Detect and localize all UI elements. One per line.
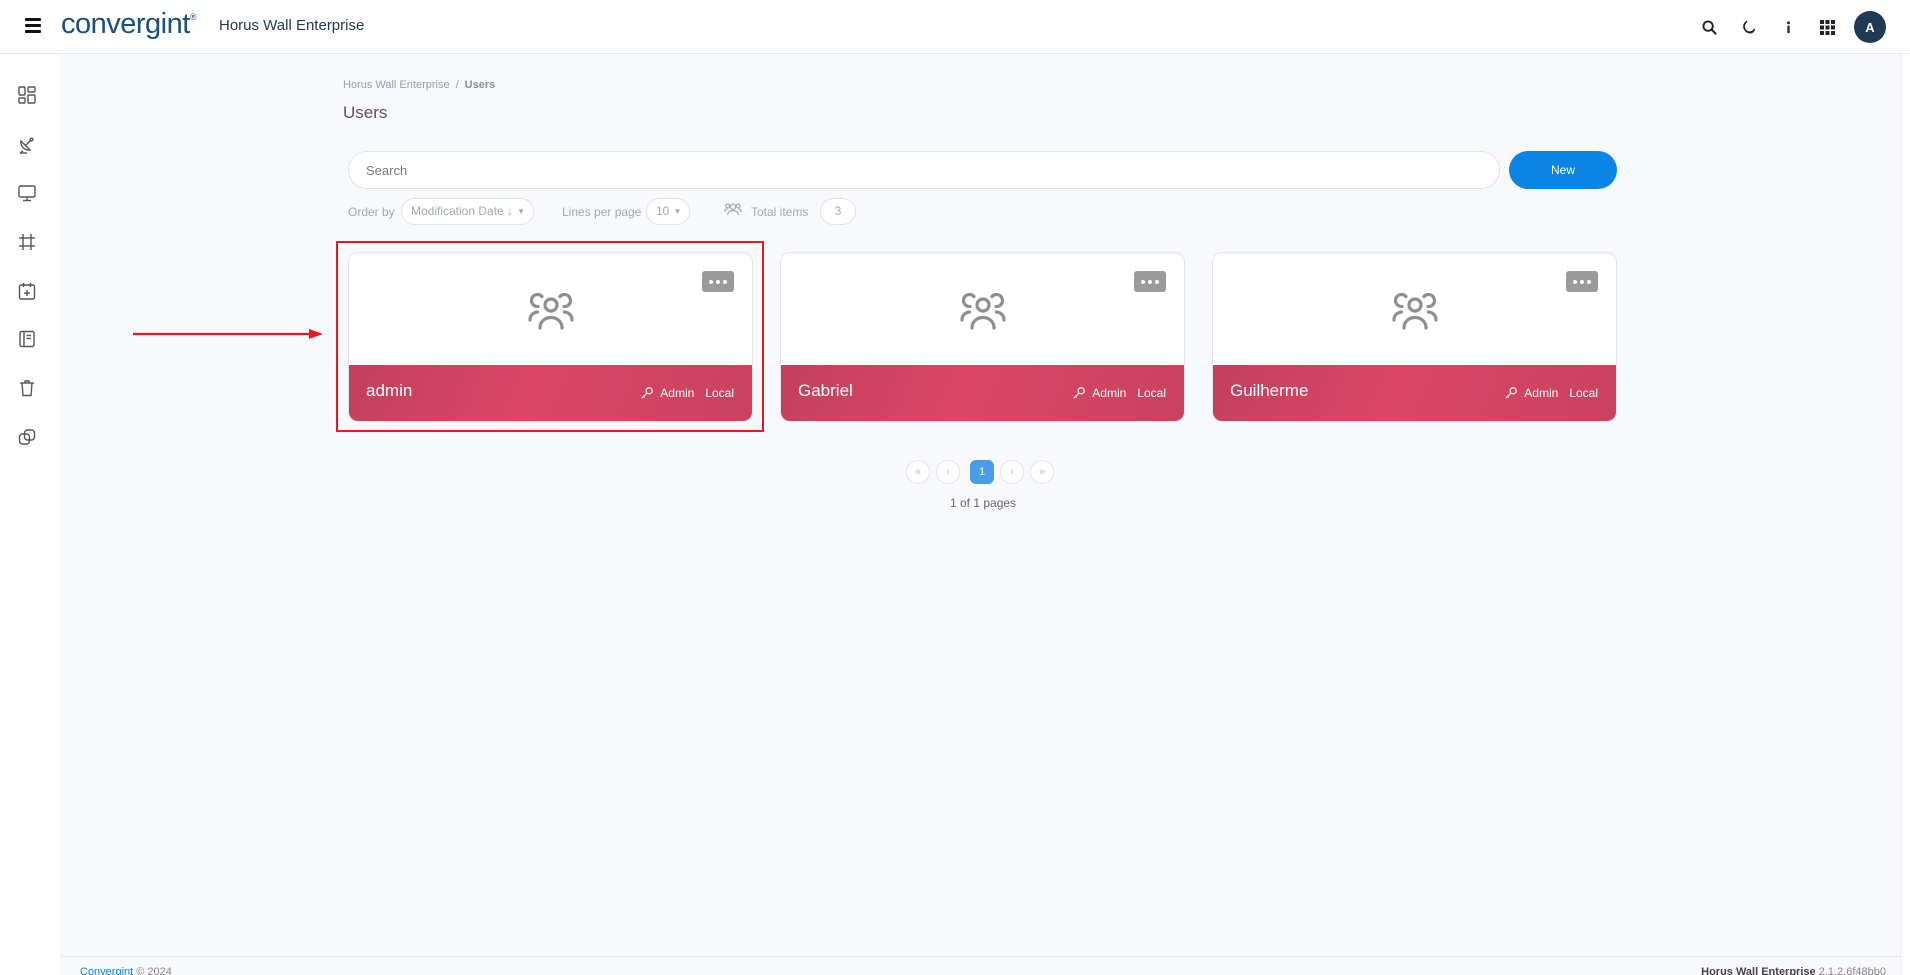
lines-per-page-select[interactable]: 10 ▼ [646,198,691,225]
user-source: Local [1569,386,1598,400]
user-card-footer: Guilherme Admin Local [1213,365,1616,421]
logo-mark: ® [189,12,197,22]
lines-per-page-value: 10 [656,204,670,218]
key-icon [1505,387,1518,399]
user-card-footer: admin Admin Local [349,365,752,421]
user-tags: Admin Local [1072,386,1166,400]
new-user-button[interactable]: New [1509,151,1617,189]
user-source: Local [1137,386,1166,400]
user-name: Guilherme [1230,381,1309,400]
user-tags: Admin Local [1504,386,1598,400]
pagination-summary: 1 of 1 pages [950,496,1017,510]
chevron-down-icon: ▼ [517,207,526,216]
breadcrumb-current: Users [464,79,496,91]
chevron-down-icon: ▼ [673,207,682,216]
info-icon[interactable] [1777,16,1799,38]
user-card-gabriel[interactable]: Gabriel Admin Local [780,252,1185,422]
user-name: Gabriel [798,381,853,400]
key-icon [1073,387,1086,399]
top-bar: convergint® Horus Wall Enterprise A [0,0,1910,54]
users-icon [527,288,575,332]
footer-brand-link[interactable]: Convergint [80,966,133,975]
order-by-select[interactable]: Modification Date ↓ ▼ [401,198,535,225]
order-by-label: Order by [348,205,395,219]
footer-copyright-text: © 2024 [136,966,172,975]
lines-per-page-label: Lines per page [562,205,642,219]
first-page-button[interactable]: « [906,460,930,484]
search-input[interactable] [348,151,1500,189]
order-by-value: Modification Date ↓ [411,204,514,218]
user-role: Admin [1524,386,1559,400]
total-items-count: 3 [820,198,856,225]
more-options-button[interactable] [702,271,734,292]
logo-text: convergint [61,8,190,40]
footer-product: Horus Wall Enterprise [1701,966,1816,975]
frame-icon[interactable] [16,231,38,253]
trash-icon[interactable] [16,377,38,399]
user-role: Admin [1092,386,1127,400]
users-icon [724,201,742,220]
user-role: Admin [660,386,695,400]
total-items-label: Total items [751,205,809,219]
users-icon [959,288,1007,332]
sidebar [0,55,60,975]
breadcrumb: Horus Wall Enterprise / Users [343,79,495,91]
moon-icon[interactable] [1737,16,1759,38]
last-page-button[interactable]: » [1030,460,1054,484]
monitor-icon[interactable] [16,182,38,204]
notebook-icon[interactable] [16,328,38,350]
layers-link-icon[interactable] [16,426,38,448]
calendar-add-icon[interactable] [16,280,38,302]
user-card-footer: Gabriel Admin Local [781,365,1184,421]
footer-version: Horus Wall Enterprise 2.1.2.6f48bb0 [1701,966,1886,975]
breadcrumb-separator: / [455,79,459,91]
prev-page-button[interactable]: ‹ [936,460,960,484]
footer-divider [61,956,1900,957]
more-options-button[interactable] [1566,271,1598,292]
users-icon [1391,288,1439,332]
logo: convergint® [61,8,196,41]
user-card-guilherme[interactable]: Guilherme Admin Local [1212,252,1617,422]
page-title: Users [343,103,388,122]
more-options-button[interactable] [1134,271,1166,292]
satellite-dish-icon[interactable] [16,133,38,155]
avatar[interactable]: A [1854,11,1886,43]
scrollbar[interactable] [1900,54,1910,975]
search-icon[interactable] [1698,16,1720,38]
user-name: admin [366,381,413,400]
footer-version-number: 2.1.2.6f48bb0 [1818,966,1886,975]
user-source: Local [705,386,734,400]
footer-copyright: Convergint © 2024 [80,966,172,975]
page-1-button[interactable]: 1 [970,460,994,484]
next-page-button[interactable]: › [1000,460,1024,484]
app-title: Horus Wall Enterprise [219,17,365,34]
user-tags: Admin Local [640,386,734,400]
dashboard-icon[interactable] [16,84,38,106]
key-icon [641,387,654,399]
annotation-arrow-icon [133,329,323,339]
user-card-admin[interactable]: admin Admin Local [348,252,753,422]
breadcrumb-root[interactable]: Horus Wall Enterprise [343,79,450,91]
menu-icon[interactable] [25,18,41,33]
apps-grid-icon[interactable] [1816,16,1838,38]
